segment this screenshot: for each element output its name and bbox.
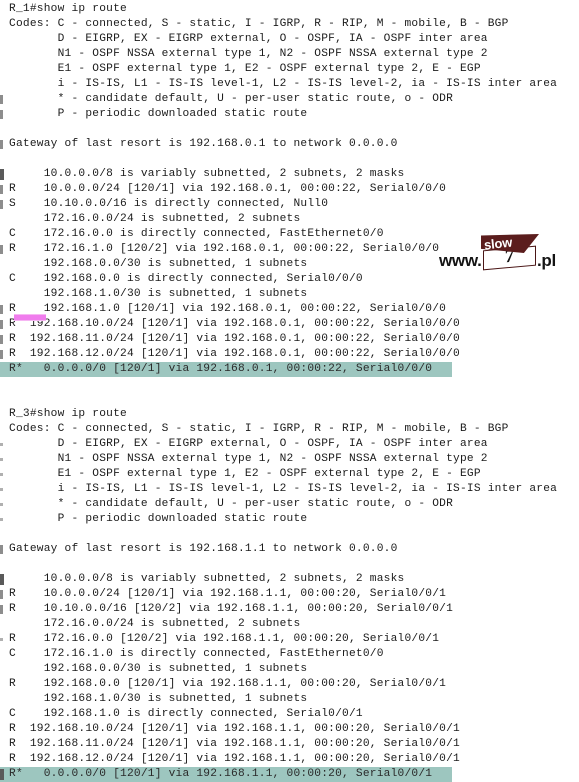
route-entry: C 192.168.1.0 is directly connected, Ser… (9, 708, 363, 720)
codes-legend-line: D - EIGRP, EX - EIGRP external, O - OSPF… (9, 33, 488, 45)
route-entry: R 10.0.0.0/24 [120/1] via 192.168.0.1, 0… (0, 182, 579, 197)
route-entry: 192.168.0.0/30 is subnetted, 1 subnets (9, 663, 308, 675)
route-entry: 10.0.0.0/8 is variably subnetted, 2 subn… (0, 167, 579, 182)
route-entry: R* 0.0.0.0/0 [120/1] via 192.168.0.1, 00… (0, 362, 452, 377)
codes-legend-line: i - IS-IS, L1 - IS-IS level-1, L2 - IS-I… (9, 78, 558, 90)
codes-legend-line: i - IS-IS, L1 - IS-IS level-1, L2 - IS-I… (0, 482, 579, 497)
route-entry: R 192.168.10.0/24 [120/1] via 192.168.0.… (0, 317, 579, 332)
route-entry: 192.168.1.0/30 is subnetted, 1 subnets (9, 288, 308, 300)
route-entry: 172.16.0.0/24 is subnetted, 2 subnets (9, 618, 301, 630)
route-entry: R 192.168.10.0/24 [120/1] via 192.168.1.… (9, 723, 460, 735)
command-prompt: R_3#show ip route (9, 408, 127, 420)
route-entry: R 10.0.0.0/24 [120/1] via 192.168.1.1, 0… (0, 587, 579, 602)
route-entry: R 192.168.11.0/24 [120/1] via 192.168.1.… (9, 738, 460, 750)
codes-legend-line: Codes: C - connected, S - static, I - IG… (9, 18, 509, 30)
route-entry: C 172.16.1.0 is directly connected, Fast… (9, 648, 384, 660)
gateway-line: Gateway of last resort is 192.168.0.1 to… (0, 137, 579, 152)
route-entry: 192.168.1.0/30 is subnetted, 1 subnets (9, 693, 308, 705)
codes-legend-line: * - candidate default, U - per-user stat… (0, 497, 579, 512)
route-entry: R 192.168.11.0/24 [120/1] via 192.168.0.… (0, 332, 579, 347)
codes-legend-line: N1 - OSPF NSSA external type 1, N2 - OSP… (0, 452, 579, 467)
route-entry: R 192.168.0.0 [120/1] via 192.168.1.1, 0… (9, 678, 447, 690)
terminal-output[interactable]: R_1#show ip route Codes: C - connected, S… (0, 0, 579, 782)
codes-legend-line: E1 - OSPF external type 1, E2 - OSPF ext… (0, 467, 579, 482)
codes-legend-line: P - periodic downloaded static route (0, 107, 579, 122)
route-entry: R 192.168.1.0 [120/1] via 192.168.0.1, 0… (0, 302, 579, 317)
codes-legend-line: * - candidate default, U - per-user stat… (0, 92, 579, 107)
route-entry: 10.0.0.0/8 is variably subnetted, 2 subn… (0, 572, 579, 587)
codes-legend-line: N1 - OSPF NSSA external type 1, N2 - OSP… (9, 48, 488, 60)
route-entry: R 172.16.1.0 [120/2] via 192.168.0.1, 00… (0, 242, 579, 257)
route-entry: C 172.16.0.0 is directly connected, Fast… (9, 228, 384, 240)
route-entry: R* 0.0.0.0/0 [120/1] via 192.168.1.1, 00… (0, 767, 452, 782)
route-entry: 192.168.0.0/30 is subnetted, 1 subnets (9, 258, 308, 270)
command-prompt: R_1#show ip route (9, 3, 127, 15)
route-entry: R 10.10.0.0/16 [120/2] via 192.168.1.1, … (0, 602, 579, 617)
codes-legend-line: Codes: C - connected, S - static, I - IG… (9, 423, 509, 435)
route-entry: R 172.16.0.0 [120/2] via 192.168.1.1, 00… (0, 632, 579, 647)
pink-marker-bar (14, 314, 46, 321)
route-entry: S 10.10.0.0/16 is directly connected, Nu… (0, 197, 579, 212)
codes-legend-line: P - periodic downloaded static route (0, 512, 579, 527)
gateway-line: Gateway of last resort is 192.168.1.1 to… (0, 542, 579, 557)
route-entry: 172.16.0.0/24 is subnetted, 2 subnets (9, 213, 301, 225)
route-entry: R 192.168.12.0/24 [120/1] via 192.168.0.… (0, 347, 579, 362)
codes-legend-line: D - EIGRP, EX - EIGRP external, O - OSPF… (0, 437, 579, 452)
route-entry: C 192.168.0.0 is directly connected, Ser… (9, 273, 363, 285)
codes-legend-line: E1 - OSPF external type 1, E2 - OSPF ext… (9, 63, 481, 75)
route-entry: R 192.168.12.0/24 [120/1] via 192.168.1.… (9, 753, 460, 765)
